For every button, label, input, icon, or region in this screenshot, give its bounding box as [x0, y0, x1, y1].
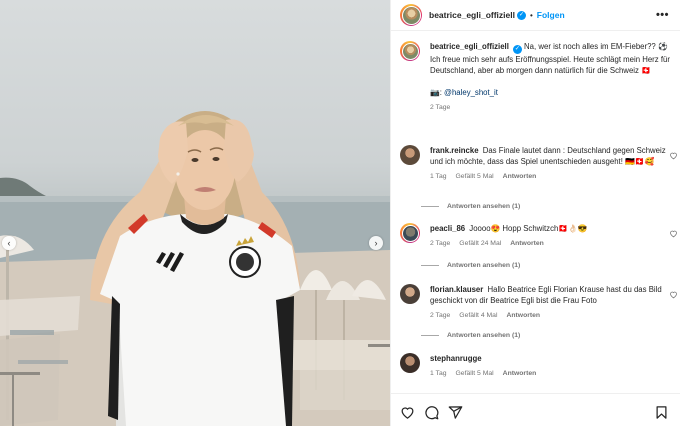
- photo-credit: 📷: @haley_shot_it: [430, 87, 670, 98]
- caption-author-username[interactable]: beatrice_egli_offiziell: [430, 42, 509, 51]
- view-replies-label: Antworten ansehen (1): [447, 332, 521, 339]
- comment-item: stephanrugge 1 Tag Gefällt 5 Mal Antworten: [400, 353, 670, 379]
- comment-likes[interactable]: Gefällt 4 Mal: [459, 312, 497, 319]
- heart-icon[interactable]: [669, 151, 678, 160]
- comment-age[interactable]: 2 Tage: [430, 240, 450, 247]
- comment-likes[interactable]: Gefällt 24 Mal: [459, 240, 501, 247]
- view-replies-label: Antworten ansehen (1): [447, 262, 521, 269]
- verified-badge-icon: ✓: [512, 45, 522, 54]
- comment-item: peacli_86 Joooo😍 Hopp Schwitzch🇨🇭👌🏻😎 2 T…: [400, 223, 677, 249]
- comment-item: frank.reincke Das Finale lautet dann : D…: [400, 145, 677, 182]
- comments-scroll-area[interactable]: beatrice_egli_offiziell ✓ Na, wer ist noc…: [391, 31, 680, 393]
- commenter-avatar[interactable]: [400, 353, 420, 373]
- commenter-username[interactable]: florian.klauser: [430, 285, 483, 294]
- post-header: beatrice_egli_offiziell ✓ • Folgen •••: [391, 0, 680, 31]
- commenter-avatar[interactable]: [400, 145, 420, 165]
- reply-button[interactable]: Antworten: [506, 312, 540, 319]
- comment-likes[interactable]: Gefällt 5 Mal: [456, 173, 494, 180]
- comment-text: Joooo😍 Hopp Schwitzch🇨🇭👌🏻😎: [469, 224, 588, 233]
- chevron-right-icon: ›: [374, 237, 378, 248]
- view-replies-button[interactable]: Antworten ansehen (1): [421, 203, 520, 210]
- heart-icon[interactable]: [400, 405, 415, 420]
- reply-button[interactable]: Antworten: [503, 173, 537, 180]
- commenter-username[interactable]: frank.reincke: [430, 146, 479, 155]
- post-caption: beatrice_egli_offiziell ✓ Na, wer ist noc…: [400, 41, 670, 113]
- credit-prefix: 📷:: [430, 88, 445, 97]
- commenter-username[interactable]: peacli_86: [430, 224, 465, 233]
- comment-likes[interactable]: Gefällt 5 Mal: [456, 370, 494, 377]
- post-age[interactable]: 2 Tage: [430, 104, 450, 111]
- commenter-avatar[interactable]: [400, 284, 420, 304]
- follow-button[interactable]: Folgen: [537, 10, 565, 20]
- comment-age[interactable]: 1 Tag: [430, 173, 447, 180]
- credit-link[interactable]: @haley_shot_it: [444, 88, 498, 97]
- replies-divider: [421, 206, 439, 207]
- author-username[interactable]: beatrice_egli_offiziell: [429, 10, 515, 20]
- reply-button[interactable]: Antworten: [510, 240, 544, 247]
- chevron-left-icon: ‹: [7, 237, 11, 248]
- share-icon[interactable]: [448, 405, 463, 420]
- bookmark-icon[interactable]: [654, 405, 669, 420]
- previous-image-button[interactable]: ‹: [2, 236, 16, 250]
- caption-author-avatar[interactable]: [400, 41, 420, 61]
- comment-age[interactable]: 1 Tag: [430, 370, 447, 377]
- author-avatar[interactable]: [400, 4, 422, 26]
- verified-badge-icon: ✓: [516, 10, 526, 20]
- commenter-avatar[interactable]: [400, 223, 420, 243]
- view-replies-button[interactable]: Antworten ansehen (1): [421, 332, 520, 339]
- heart-icon[interactable]: [669, 290, 678, 299]
- more-options-icon[interactable]: •••: [656, 9, 669, 21]
- view-replies-label: Antworten ansehen (1): [447, 203, 521, 210]
- view-replies-button[interactable]: Antworten ansehen (1): [421, 262, 520, 269]
- heart-icon[interactable]: [669, 229, 678, 238]
- post-action-bar: [391, 393, 680, 426]
- post-side-panel: beatrice_egli_offiziell ✓ • Folgen ••• b…: [390, 0, 680, 426]
- replies-divider: [421, 265, 439, 266]
- reply-button[interactable]: Antworten: [503, 370, 537, 377]
- comment-item: florian.klauser Hallo Beatrice Egli Flor…: [400, 284, 677, 321]
- next-image-button[interactable]: ›: [369, 236, 383, 250]
- comment-icon[interactable]: [424, 405, 439, 420]
- commenter-username[interactable]: stephanrugge: [430, 354, 482, 363]
- replies-divider: [421, 335, 439, 336]
- post-photo[interactable]: ‹ ›: [0, 0, 390, 426]
- comment-age[interactable]: 2 Tage: [430, 312, 450, 319]
- photo-scene: [0, 111, 390, 426]
- header-separator: •: [529, 10, 533, 20]
